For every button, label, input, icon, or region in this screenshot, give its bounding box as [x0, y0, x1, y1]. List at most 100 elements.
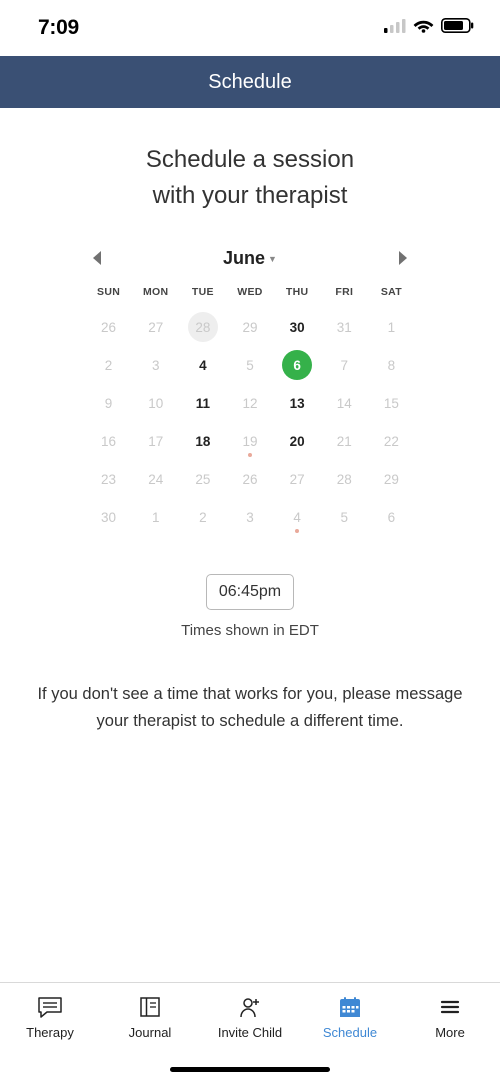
event-dot	[295, 529, 299, 533]
calendar-cell: 10	[132, 384, 179, 422]
calendar-day[interactable]: 30	[282, 312, 312, 342]
calendar-cell: 2	[179, 498, 226, 536]
calendar-day: 17	[141, 426, 171, 456]
calendar-cell: 27	[132, 308, 179, 346]
journal-icon	[136, 995, 164, 1019]
day-of-week-header: TUE	[179, 286, 226, 308]
calendar-cell[interactable]: 30	[274, 308, 321, 346]
tab-label: Schedule	[323, 1025, 377, 1040]
calendar: June ▼ SUNMONTUEWEDTHUFRISAT262728293031…	[85, 242, 415, 536]
calendar-cell: 27	[274, 460, 321, 498]
calendar-day: 28	[329, 464, 359, 494]
tab-more[interactable]: More	[400, 983, 500, 1082]
calendar-day: 14	[329, 388, 359, 418]
calendar-day: 2	[94, 350, 124, 380]
day-of-week-header: SAT	[368, 286, 415, 308]
calendar-day: 12	[235, 388, 265, 418]
add-person-icon	[236, 995, 264, 1019]
cellular-icon	[384, 19, 406, 38]
calendar-cell: 22	[368, 422, 415, 460]
tab-therapy[interactable]: Therapy	[0, 983, 100, 1082]
month-selector[interactable]: June ▼	[223, 248, 277, 269]
calendar-cell[interactable]: 4	[179, 346, 226, 384]
calendar-day: 29	[235, 312, 265, 342]
title-line-2: with your therapist	[0, 178, 500, 214]
calendar-cell: 23	[85, 460, 132, 498]
calendar-cell: 14	[321, 384, 368, 422]
calendar-cell: 4	[274, 498, 321, 536]
calendar-cell: 2	[85, 346, 132, 384]
calendar-cell: 26	[85, 308, 132, 346]
timezone-note: Times shown in EDT	[0, 622, 500, 639]
tab-label: Therapy	[26, 1025, 74, 1040]
calendar-day: 9	[94, 388, 124, 418]
calendar-day: 5	[329, 502, 359, 532]
calendar-cell[interactable]: 20	[274, 422, 321, 460]
page-title: Schedule a session with your therapist	[0, 142, 500, 214]
calendar-day: 3	[235, 502, 265, 532]
calendar-cell: 8	[368, 346, 415, 384]
calendar-day[interactable]: 4	[188, 350, 218, 380]
day-of-week-header: MON	[132, 286, 179, 308]
timeslot-section: 06:45pm Times shown in EDT	[0, 574, 500, 639]
calendar-day[interactable]: 20	[282, 426, 312, 456]
calendar-cell[interactable]: 6	[274, 346, 321, 384]
help-text: If you don't see a time that works for y…	[0, 681, 500, 735]
timeslot-button[interactable]: 06:45pm	[206, 574, 294, 610]
calendar-cell: 7	[321, 346, 368, 384]
calendar-day: 7	[329, 350, 359, 380]
calendar-day: 1	[141, 502, 171, 532]
calendar-day: 24	[141, 464, 171, 494]
calendar-day[interactable]: 11	[188, 388, 218, 418]
chevron-down-icon: ▼	[268, 254, 277, 264]
calendar-day: 19	[235, 426, 265, 456]
calendar-cell[interactable]: 18	[179, 422, 226, 460]
calendar-day: 8	[376, 350, 406, 380]
calendar-cell: 5	[321, 498, 368, 536]
tab-label: Journal	[129, 1025, 172, 1040]
day-of-week-header: FRI	[321, 286, 368, 308]
calendar-cell: 16	[85, 422, 132, 460]
month-label: June	[223, 248, 265, 269]
calendar-cell: 12	[226, 384, 273, 422]
calendar-cell[interactable]: 11	[179, 384, 226, 422]
wifi-icon	[413, 18, 434, 38]
header-title: Schedule	[208, 71, 291, 94]
app-header: Schedule	[0, 56, 500, 108]
calendar-cell: 24	[132, 460, 179, 498]
calendar-cell: 6	[368, 498, 415, 536]
calendar-day: 22	[376, 426, 406, 456]
calendar-day: 15	[376, 388, 406, 418]
calendar-day: 21	[329, 426, 359, 456]
title-line-1: Schedule a session	[0, 142, 500, 178]
calendar-day: 10	[141, 388, 171, 418]
calendar-cell: 17	[132, 422, 179, 460]
calendar-cell: 9	[85, 384, 132, 422]
calendar-cell: 21	[321, 422, 368, 460]
calendar-cell: 5	[226, 346, 273, 384]
calendar-day: 28	[188, 312, 218, 342]
calendar-day: 23	[94, 464, 124, 494]
calendar-cell: 25	[179, 460, 226, 498]
tab-bar: Therapy Journal Invite Child	[0, 982, 500, 1082]
calendar-day: 27	[141, 312, 171, 342]
calendar-cell: 3	[132, 346, 179, 384]
calendar-day: 4	[282, 502, 312, 532]
calendar-day[interactable]: 18	[188, 426, 218, 456]
calendar-day: 29	[376, 464, 406, 494]
next-month-button[interactable]	[395, 250, 411, 266]
calendar-cell: 19	[226, 422, 273, 460]
calendar-cell[interactable]: 13	[274, 384, 321, 422]
calendar-cell: 28	[321, 460, 368, 498]
calendar-day: 26	[235, 464, 265, 494]
calendar-cell: 29	[368, 460, 415, 498]
prev-month-button[interactable]	[89, 250, 105, 266]
status-time: 7:09	[38, 16, 79, 40]
calendar-day[interactable]: 13	[282, 388, 312, 418]
calendar-day: 31	[329, 312, 359, 342]
calendar-day: 26	[94, 312, 124, 342]
chat-icon	[36, 995, 64, 1019]
calendar-day: 3	[141, 350, 171, 380]
calendar-day[interactable]: 6	[282, 350, 312, 380]
calendar-day: 25	[188, 464, 218, 494]
